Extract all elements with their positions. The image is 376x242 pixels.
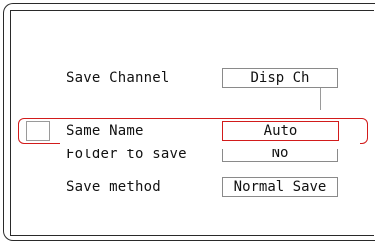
save-channel-label: Save Channel xyxy=(66,70,170,86)
save-channel-field[interactable]: Disp Ch xyxy=(222,68,338,88)
row-checkbox[interactable] xyxy=(26,121,50,141)
connector-line xyxy=(222,88,321,110)
same-name-field[interactable]: Auto xyxy=(222,121,339,141)
highlight-overlap-mask xyxy=(60,143,360,149)
same-name-label: Same Name xyxy=(66,123,144,139)
save-method-label: Save method xyxy=(66,179,161,195)
save-method-field[interactable]: Normal Save xyxy=(222,177,338,197)
